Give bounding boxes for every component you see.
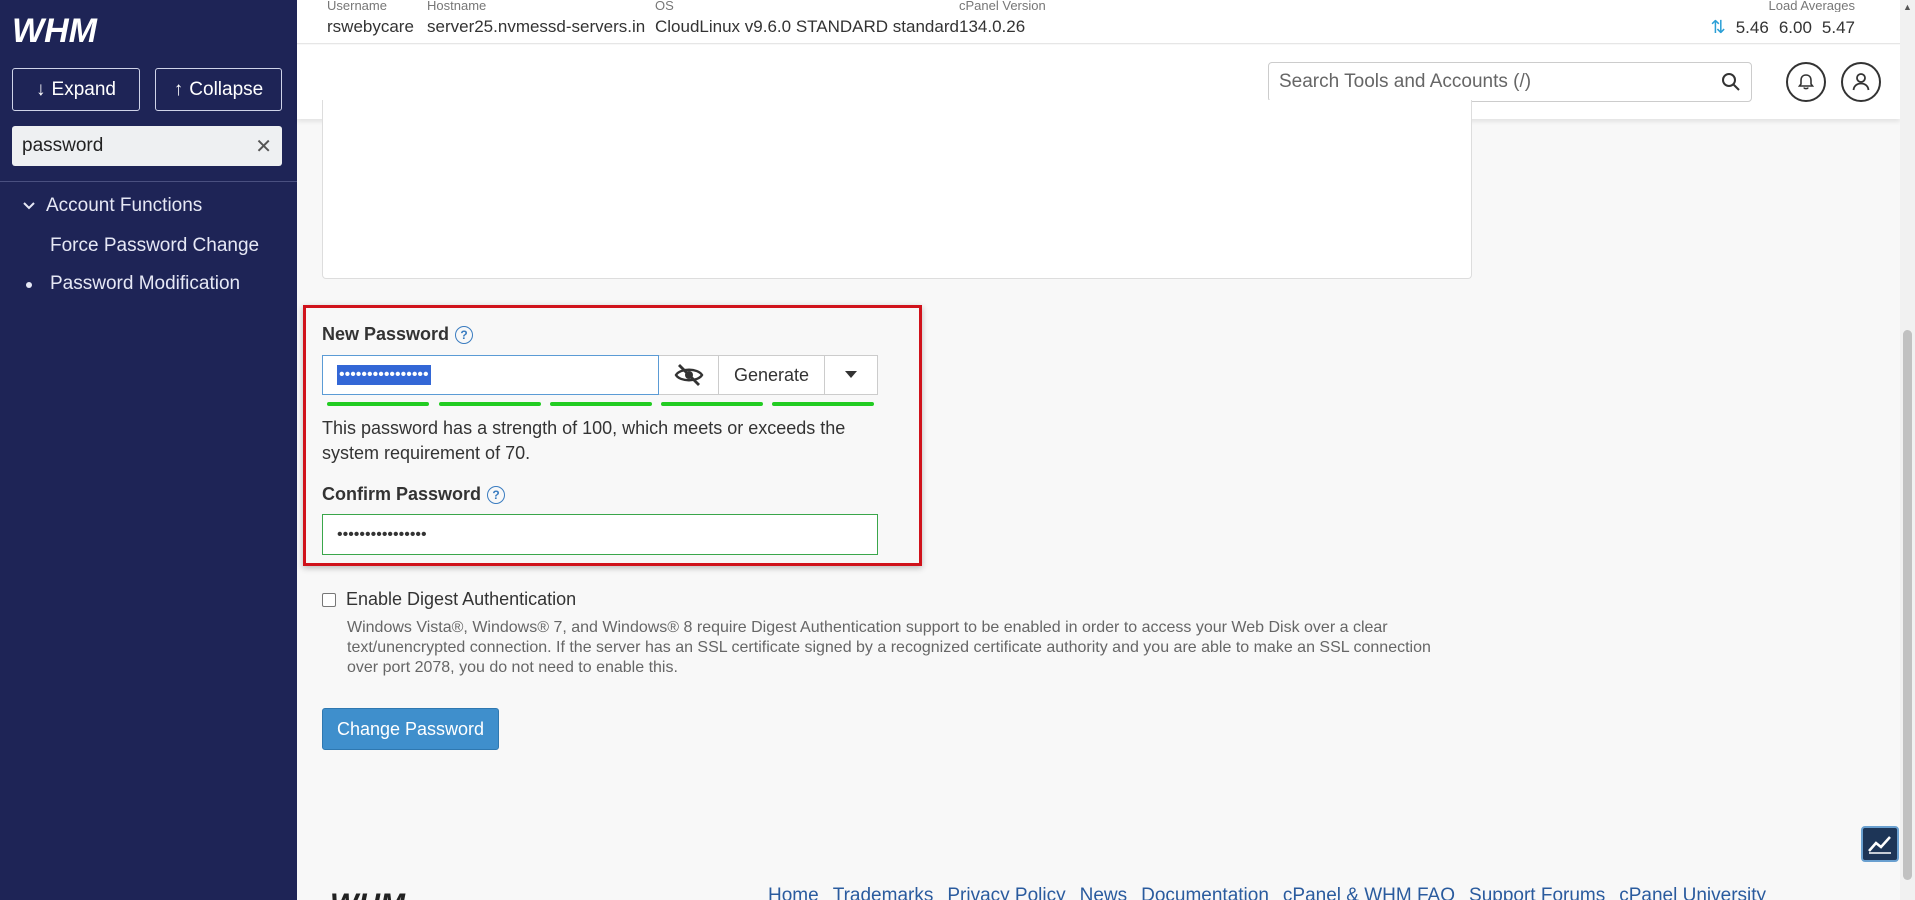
footer-whm-logo[interactable]: WHM [330, 888, 450, 900]
generate-button[interactable]: Generate [719, 355, 825, 395]
digest-auth-help-text: Windows Vista®, Windows® 7, and Windows®… [347, 619, 1431, 676]
footer-link-home[interactable]: Home [768, 885, 819, 900]
user-icon [1852, 73, 1870, 91]
sidebar: WHM ↓ Expand ↑ Collapse password ✕ Accou… [0, 0, 297, 900]
whm-logo-icon: WHM [330, 888, 406, 900]
arrow-up-icon: ↑ [173, 78, 184, 100]
os-label: OS [655, 0, 674, 12]
help-icon[interactable]: ? [487, 485, 506, 504]
user-menu-button[interactable] [1841, 62, 1881, 102]
load-15: 5.47 [1821, 17, 1855, 37]
footer-links: Home Trademarks Privacy Policy News Docu… [768, 885, 1766, 900]
digest-auth-option[interactable]: Enable Digest Authentication [322, 589, 576, 610]
sidebar-search-input[interactable]: password ✕ [12, 126, 282, 166]
sidebar-divider [0, 181, 297, 182]
caret-down-icon [845, 371, 857, 378]
strength-message: This password has a strength of 100, whi… [322, 418, 846, 463]
text-area-panel [322, 100, 1472, 279]
digest-auth-checkbox[interactable] [322, 592, 336, 607]
expand-label: Expand [51, 78, 116, 100]
footer-link-news[interactable]: News [1080, 885, 1128, 900]
server-info-bar: Username rswebycare Hostname server25.nv… [297, 0, 1900, 44]
cpanel-version-info: cPanel Version 134.0.26 [959, 0, 1046, 37]
hostname-value: server25.nvmessd-servers.in [427, 17, 646, 36]
sidebar-search-value: password [22, 135, 104, 156]
load-1: 5.46 [1735, 17, 1769, 37]
confirm-password-label-text: Confirm Password [322, 484, 482, 504]
load-averages-label: Load Averages [1768, 0, 1856, 12]
confirm-password-input[interactable]: •••••••••••••••• [322, 514, 878, 555]
bell-icon [1797, 74, 1815, 90]
hostname-info: Hostname server25.nvmessd-servers.in [427, 0, 645, 37]
new-password-label-text: New Password [322, 324, 450, 344]
swap-arrows-icon: ⇅ [1710, 17, 1726, 37]
chevron-down-icon [23, 202, 35, 210]
username-info: Username rswebycare [327, 0, 414, 37]
active-bullet [26, 282, 32, 288]
scroll-thumb[interactable] [1903, 330, 1912, 880]
category-label: Account Functions [46, 195, 203, 216]
confirm-password-value: •••••••••••••••• [337, 525, 427, 543]
help-icon[interactable]: ? [455, 325, 474, 344]
change-password-button[interactable]: Change Password [322, 708, 499, 750]
username-value: rswebycare [327, 17, 414, 36]
collapse-button[interactable]: ↑ Collapse [155, 68, 282, 111]
page-scrollbar[interactable]: ▲ [1900, 0, 1915, 900]
os-value: CloudLinux v9.6.0 STANDARD standard [655, 17, 959, 36]
whm-logo-icon: WHM [12, 12, 98, 50]
digest-auth-label[interactable]: Enable Digest Authentication [346, 589, 576, 610]
cpanel-version-label: cPanel Version [959, 0, 1046, 12]
load-5: 6.00 [1778, 17, 1812, 37]
new-password-label: New Password ? [322, 324, 474, 345]
whm-logo[interactable]: WHM [12, 10, 132, 50]
strength-segment [772, 402, 874, 406]
footer-link-faq[interactable]: cPanel & WHM FAQ [1283, 885, 1455, 900]
toggle-visibility-button[interactable] [659, 355, 719, 395]
tools-search-input[interactable] [1279, 71, 1721, 93]
svg-text:WHM: WHM [330, 888, 406, 900]
arrow-down-icon: ↓ [36, 78, 46, 100]
confirm-password-label: Confirm Password ? [322, 484, 506, 505]
tools-search-box[interactable] [1268, 62, 1752, 102]
category-account-functions[interactable]: Account Functions [22, 195, 202, 217]
search-icon[interactable] [1721, 72, 1741, 92]
sidebar-item-force-password-change[interactable]: Force Password Change [50, 235, 259, 257]
chart-trend-icon [1868, 836, 1891, 854]
os-info: OS CloudLinux v9.6.0 STANDARD standard [655, 0, 959, 37]
eye-slash-icon [674, 364, 703, 386]
expand-button[interactable]: ↓ Expand [12, 68, 140, 111]
analytics-button[interactable] [1861, 826, 1899, 862]
strength-segment [439, 402, 541, 406]
load-averages: Load Averages ⇅ 5.46 6.00 5.47 [1711, 0, 1855, 38]
sidebar-item-password-modification[interactable]: Password Modification [50, 273, 240, 295]
cpanel-version-value: 134.0.26 [959, 17, 1026, 36]
strength-segment [661, 402, 763, 406]
footer-link-privacy[interactable]: Privacy Policy [947, 885, 1065, 900]
strength-segment [550, 402, 652, 406]
notifications-button[interactable] [1786, 62, 1826, 102]
username-label: Username [327, 0, 387, 12]
strength-segment [327, 402, 429, 406]
new-password-value: •••••••••••••••• [337, 365, 431, 385]
svg-text:WHM: WHM [12, 12, 98, 50]
footer-link-university[interactable]: cPanel University [1619, 885, 1766, 900]
footer-link-trademarks[interactable]: Trademarks [833, 885, 934, 900]
scroll-up-icon[interactable]: ▲ [1903, 2, 1912, 12]
footer-link-documentation[interactable]: Documentation [1141, 885, 1269, 900]
footer-link-forums[interactable]: Support Forums [1469, 885, 1605, 900]
clear-icon[interactable]: ✕ [255, 134, 272, 159]
hostname-label: Hostname [427, 0, 487, 12]
generate-options-dropdown[interactable] [825, 355, 878, 395]
new-password-input[interactable]: •••••••••••••••• [322, 355, 659, 395]
collapse-label: Collapse [189, 78, 264, 100]
